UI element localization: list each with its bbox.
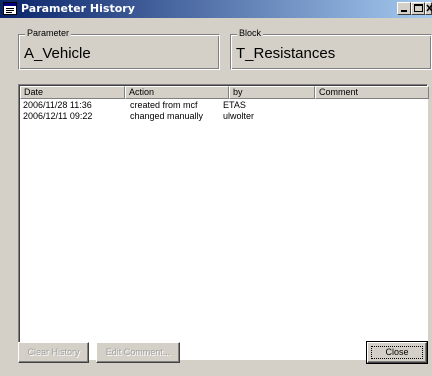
close-icon — [426, 4, 432, 12]
minimize-button[interactable] — [397, 2, 411, 15]
window-title: Parameter History — [21, 2, 135, 15]
maximize-button[interactable] — [411, 2, 425, 15]
row-date: 2006/11/28 11:36 — [23, 100, 92, 110]
row-action: changed manually — [130, 111, 204, 121]
focus-rectangle — [371, 346, 423, 359]
history-row[interactable]: 2006/12/11 09:22 changed manually ulwolt… — [20, 111, 427, 122]
parameter-history-window: Parameter History Parameter A_Vehicle Bl… — [0, 0, 432, 376]
app-icon[interactable] — [3, 2, 17, 15]
parameter-label: Parameter — [25, 28, 72, 38]
history-list[interactable]: Date Action by Comment 2006/11/28 11:36 … — [18, 84, 429, 360]
column-header-action[interactable]: Action — [125, 86, 229, 99]
block-value: T_Resistances — [236, 45, 336, 62]
close-button[interactable]: Close — [366, 341, 428, 364]
history-row[interactable]: 2006/11/28 11:36 created from mcf ETAS — [20, 100, 427, 111]
column-header-date[interactable]: Date — [20, 86, 125, 99]
history-header: Date Action by Comment — [20, 86, 429, 99]
row-action: created from mcf — [130, 100, 198, 110]
maximize-icon — [414, 4, 423, 12]
parameter-value: A_Vehicle — [24, 45, 91, 62]
clear-history-button[interactable]: Clear History — [18, 342, 89, 363]
block-label: Block — [237, 28, 264, 38]
row-date: 2006/12/11 09:22 — [23, 111, 93, 121]
block-group: Block T_Resistances — [230, 28, 432, 70]
column-header-comment[interactable]: Comment — [315, 86, 429, 99]
column-header-by[interactable]: by — [229, 86, 315, 99]
row-by: ulwolter — [223, 111, 255, 121]
edit-comment-button[interactable]: Edit Comment... — [96, 342, 180, 363]
close-window-button[interactable] — [425, 2, 432, 15]
minimize-icon — [401, 10, 407, 12]
parameter-group: Parameter A_Vehicle — [18, 28, 220, 70]
title-bar[interactable]: Parameter History — [0, 0, 432, 18]
row-by: ETAS — [223, 100, 246, 110]
